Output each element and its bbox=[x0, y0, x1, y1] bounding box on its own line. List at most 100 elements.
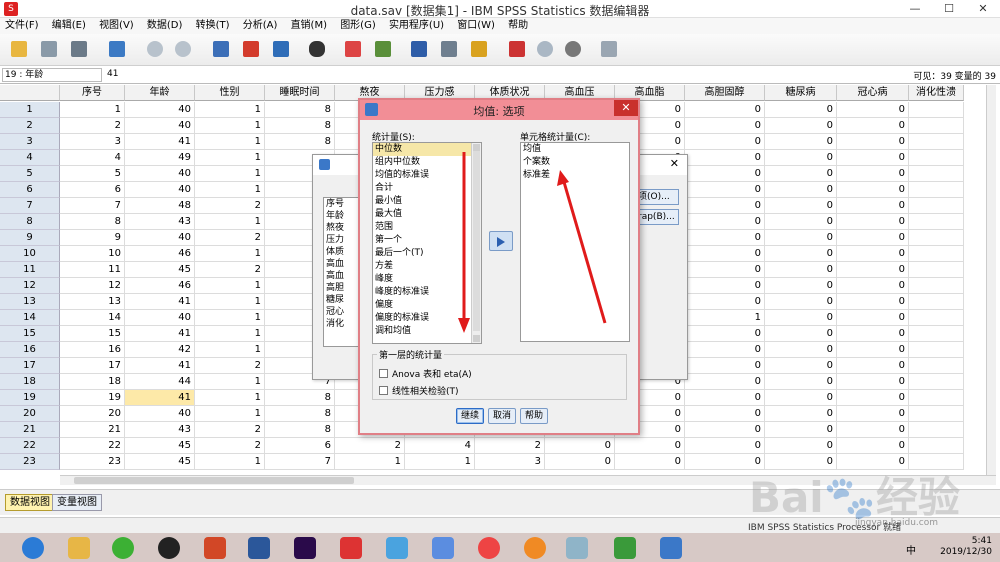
checkbox-box[interactable] bbox=[379, 369, 388, 378]
menu-graphs[interactable]: 图形(G) bbox=[335, 18, 381, 34]
table-cell[interactable]: 0 bbox=[765, 310, 837, 326]
split-file-icon[interactable] bbox=[408, 38, 430, 60]
row-number[interactable]: 7 bbox=[0, 198, 60, 214]
app-icon[interactable] bbox=[340, 537, 362, 559]
menu-data[interactable]: 数据(D) bbox=[142, 18, 188, 34]
table-cell[interactable]: 0 bbox=[765, 438, 837, 454]
table-cell[interactable]: 0 bbox=[765, 294, 837, 310]
table-cell[interactable]: 0 bbox=[685, 214, 765, 230]
chrome-icon[interactable] bbox=[478, 537, 500, 559]
table-cell[interactable]: 17 bbox=[60, 358, 125, 374]
table-cell[interactable]: 2 bbox=[60, 118, 125, 134]
minimize-button[interactable]: — bbox=[898, 0, 932, 18]
table-cell[interactable]: 0 bbox=[545, 438, 615, 454]
row-number[interactable]: 23 bbox=[0, 454, 60, 470]
word-icon[interactable] bbox=[248, 537, 270, 559]
table-cell[interactable]: 48 bbox=[125, 198, 195, 214]
table-cell[interactable]: 46 bbox=[125, 278, 195, 294]
table-cell[interactable]: 0 bbox=[837, 278, 909, 294]
table-cell[interactable]: 1 bbox=[685, 310, 765, 326]
list-item[interactable]: 压力 bbox=[324, 234, 362, 246]
table-cell[interactable]: 42 bbox=[125, 342, 195, 358]
table-cell[interactable]: 0 bbox=[685, 374, 765, 390]
table-cell[interactable]: 0 bbox=[837, 150, 909, 166]
table-cell[interactable]: 11 bbox=[60, 262, 125, 278]
select-cases-icon[interactable] bbox=[468, 38, 490, 60]
table-cell[interactable] bbox=[909, 118, 964, 134]
table-cell[interactable]: 0 bbox=[685, 102, 765, 118]
scroll-thumb[interactable] bbox=[74, 477, 354, 484]
table-cell[interactable]: 14 bbox=[60, 310, 125, 326]
list-item[interactable]: 消化 bbox=[324, 318, 362, 330]
list-scrollbar[interactable] bbox=[471, 143, 481, 343]
table-cell[interactable]: 40 bbox=[125, 118, 195, 134]
menu-window[interactable]: 窗口(W) bbox=[452, 18, 500, 34]
table-cell[interactable]: 12 bbox=[60, 278, 125, 294]
table-cell[interactable]: 8 bbox=[265, 390, 335, 406]
table-cell[interactable]: 1 bbox=[195, 294, 265, 310]
table-cell[interactable]: 0 bbox=[765, 246, 837, 262]
statistic-item[interactable]: 最小值 bbox=[373, 195, 481, 208]
save-icon[interactable] bbox=[38, 38, 60, 60]
table-cell[interactable]: 0 bbox=[615, 454, 685, 470]
table-cell[interactable]: 43 bbox=[125, 214, 195, 230]
goto-variable-icon[interactable] bbox=[240, 38, 262, 60]
table-cell[interactable] bbox=[909, 422, 964, 438]
cell-statistics-list[interactable]: 均值 个案数 标准差 bbox=[520, 142, 630, 342]
row-number[interactable]: 22 bbox=[0, 438, 60, 454]
row-header-corner[interactable] bbox=[0, 85, 60, 101]
open-icon[interactable] bbox=[8, 38, 30, 60]
table-cell[interactable]: 3 bbox=[475, 454, 545, 470]
menu-analyze[interactable]: 分析(A) bbox=[238, 18, 283, 34]
statistic-item[interactable]: 最大值 bbox=[373, 208, 481, 221]
column-header[interactable]: 糖尿病 bbox=[765, 85, 837, 101]
table-cell[interactable] bbox=[909, 278, 964, 294]
table-cell[interactable]: 1 bbox=[195, 310, 265, 326]
table-cell[interactable]: 9 bbox=[60, 230, 125, 246]
table-cell[interactable]: 6 bbox=[60, 182, 125, 198]
table-cell[interactable]: 0 bbox=[765, 150, 837, 166]
dialog-close-button[interactable]: ✕ bbox=[614, 100, 638, 116]
menu-edit[interactable]: 编辑(E) bbox=[47, 18, 91, 34]
table-cell[interactable] bbox=[909, 406, 964, 422]
app3-icon[interactable] bbox=[432, 537, 454, 559]
row-number[interactable]: 20 bbox=[0, 406, 60, 422]
table-cell[interactable]: 0 bbox=[765, 262, 837, 278]
cancel-button[interactable]: 取消 bbox=[488, 408, 516, 424]
table-cell[interactable] bbox=[909, 102, 964, 118]
powerpoint-icon[interactable] bbox=[204, 537, 226, 559]
table-cell[interactable]: 21 bbox=[60, 422, 125, 438]
table-cell[interactable]: 1 bbox=[195, 374, 265, 390]
menu-help[interactable]: 帮助 bbox=[503, 18, 533, 34]
table-cell[interactable] bbox=[909, 134, 964, 150]
table-cell[interactable]: 2 bbox=[195, 262, 265, 278]
table-cell[interactable]: 1 bbox=[195, 150, 265, 166]
table-cell[interactable]: 0 bbox=[837, 326, 909, 342]
variable-list[interactable]: 序号 年龄 熬夜 压力 体质 高血 高血 高胆 糖尿 冠心 消化 bbox=[323, 197, 363, 347]
table-cell[interactable]: 8 bbox=[265, 422, 335, 438]
table-cell[interactable]: 1 bbox=[195, 118, 265, 134]
table-cell[interactable]: 0 bbox=[837, 118, 909, 134]
table-cell[interactable]: 4 bbox=[405, 438, 475, 454]
cell-statistic-item[interactable]: 标准差 bbox=[521, 169, 629, 182]
table-cell[interactable]: 1 bbox=[195, 214, 265, 230]
table-cell[interactable]: 7 bbox=[60, 198, 125, 214]
statistic-item[interactable]: 偏度 bbox=[373, 299, 481, 312]
qq-icon[interactable] bbox=[158, 537, 180, 559]
table-cell[interactable]: 0 bbox=[837, 438, 909, 454]
table-cell[interactable] bbox=[909, 390, 964, 406]
table-cell[interactable]: 2 bbox=[195, 230, 265, 246]
table-cell[interactable]: 1 bbox=[60, 102, 125, 118]
table-cell[interactable]: 45 bbox=[125, 262, 195, 278]
app6-icon[interactable] bbox=[614, 537, 636, 559]
table-cell[interactable]: 0 bbox=[837, 246, 909, 262]
column-header[interactable]: 消化性溃 bbox=[909, 85, 964, 101]
row-number[interactable]: 12 bbox=[0, 278, 60, 294]
table-cell[interactable]: 2 bbox=[195, 422, 265, 438]
scroll-up-icon[interactable] bbox=[473, 144, 480, 151]
table-cell[interactable]: 0 bbox=[685, 134, 765, 150]
table-cell[interactable]: 41 bbox=[125, 358, 195, 374]
table-cell[interactable]: 1 bbox=[195, 406, 265, 422]
statistic-item[interactable]: 最后一个(T) bbox=[373, 247, 481, 260]
checkbox-box[interactable] bbox=[379, 386, 388, 395]
